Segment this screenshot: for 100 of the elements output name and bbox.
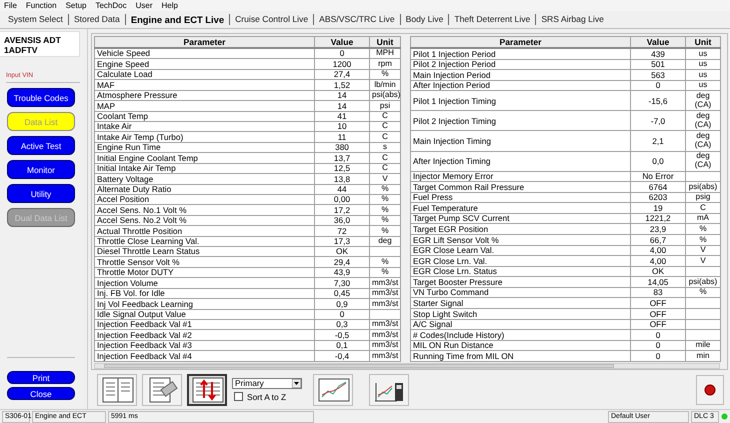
toolbar-button[interactable] (187, 374, 227, 406)
table-cell: Alternate Duty Ratio (94, 184, 314, 194)
table-cell: Running Time from MIL ON (410, 350, 630, 362)
table-cell: psig (686, 192, 720, 203)
table-cell: After Injection Timing (410, 151, 630, 172)
nav-button[interactable]: Trouble Codes (7, 88, 75, 107)
table-cell: 0,45 (314, 288, 370, 299)
toolbar-button[interactable] (313, 374, 353, 406)
table-cell: deg (CA) (686, 110, 720, 131)
table-cell: C (370, 111, 400, 122)
table-cell: Injection Feedback Val #3 (94, 340, 314, 351)
table-cell: Initial Engine Coolant Temp (94, 152, 314, 164)
table-cell: 0,1 (314, 340, 370, 351)
table-cell: 10 (314, 122, 370, 132)
table-cell: 14,05 (630, 276, 686, 288)
table-cell: psi(abs) (686, 276, 720, 288)
table-cell: 0 (314, 309, 370, 320)
table-cell: 17,3 (314, 236, 370, 247)
table-cell: V (686, 245, 720, 256)
table-cell: % (370, 69, 400, 80)
nav-button[interactable]: Active Test (7, 136, 75, 155)
toolbar-button[interactable] (142, 374, 182, 406)
table-cell: -0,4 (314, 350, 370, 362)
table-cell: Accel Sens. No.1 Volt % (94, 204, 314, 216)
table-cell: % (370, 256, 400, 268)
checkbox[interactable] (234, 392, 243, 401)
table-cell: OK (630, 266, 686, 277)
tab[interactable]: Theft Deterrent Live (449, 14, 536, 25)
table-cell: 83 (630, 287, 686, 298)
action-button[interactable]: Print (7, 371, 75, 384)
table-cell: 14 (314, 90, 370, 101)
tab[interactable]: Body Live (400, 14, 450, 25)
tab[interactable]: Engine and ECT Live (126, 14, 230, 25)
list-dropdown[interactable]: Primary (232, 378, 302, 388)
table-cell: Target Common Rail Pressure (410, 182, 630, 192)
column-header: Value (314, 36, 370, 48)
table-cell: -0,5 (314, 330, 370, 340)
menu-item[interactable]: Function (26, 0, 57, 11)
table-cell: 0,9 (314, 298, 370, 310)
table-cell: us (686, 48, 720, 60)
table-cell: 4,00 (630, 256, 686, 266)
table-cell: us (686, 80, 720, 91)
table-cell: % (370, 184, 400, 194)
table-cell: 36,0 (314, 215, 370, 226)
tab[interactable]: ABS/VSC/TRC Live (314, 14, 401, 25)
table-cell: Injection Feedback Val #4 (94, 350, 314, 362)
table-cell: MPH (370, 48, 400, 59)
action-button[interactable]: Close (7, 387, 75, 400)
menu-item[interactable]: User (136, 0, 152, 11)
table-cell: mm3/st (370, 350, 400, 362)
table-cell: After Injection Period (410, 80, 630, 91)
record-icon (704, 384, 716, 396)
table-cell: 41 (314, 111, 370, 122)
horizontal-scrollbar[interactable] (94, 363, 720, 369)
table-cell: lb/min (370, 80, 400, 90)
table-cell: Throttle Close Learning Val. (94, 236, 314, 247)
menu-item[interactable]: TechDoc (95, 0, 127, 11)
table-cell: min (686, 350, 720, 362)
table-cell: Accel Position (94, 194, 314, 205)
table-cell: Throttle Sensor Volt % (94, 256, 314, 268)
table-cell: Target EGR Position (410, 224, 630, 235)
table-cell: Injection Feedback Val #1 (94, 320, 314, 330)
table-cell: 1,52 (314, 80, 370, 90)
tab[interactable]: SRS Airbag Live (536, 14, 609, 25)
table-cell: Main Injection Timing (410, 130, 630, 151)
table-cell: mm3/st (370, 298, 400, 310)
table-cell: OFF (630, 319, 686, 330)
table-cell: 13,8 (314, 174, 370, 184)
table-cell: Injection Volume (94, 278, 314, 288)
table-cell: Battery Voltage (94, 174, 314, 184)
table-cell: deg (CA) (686, 151, 720, 172)
table-cell: Injector Memory Error (410, 171, 630, 182)
menu-item[interactable]: File (4, 0, 17, 11)
table-cell: 0 (630, 80, 686, 91)
table-cell: mm3/st (370, 330, 400, 340)
table-cell: rpm (370, 58, 400, 70)
table-cell: Target Booster Pressure (410, 276, 630, 288)
table-cell: 0 (630, 340, 686, 351)
table-cell: C (370, 132, 400, 142)
engine-code: 1ADFTV (4, 45, 38, 55)
table-cell: Intake Air Temp (Turbo) (94, 132, 314, 142)
table-cell: EGR Close Learn Val. (410, 245, 630, 256)
toolbar-button[interactable] (369, 374, 409, 406)
table-cell: A/C Signal (410, 319, 630, 330)
tab[interactable]: Cruise Control Live (230, 14, 314, 25)
menu-item[interactable]: Help (162, 0, 178, 11)
nav-button[interactable]: Utility (7, 184, 75, 203)
table-cell: Starter Signal (410, 298, 630, 309)
tab[interactable]: System Select (3, 14, 69, 25)
table-cell: % (686, 234, 720, 246)
toolbar-button[interactable] (97, 374, 137, 406)
record-button[interactable] (696, 374, 724, 404)
table-cell: Fuel Press (410, 192, 630, 203)
nav-button[interactable]: Monitor (7, 160, 75, 179)
table-cell: 27,4 (314, 69, 370, 80)
table-cell: Stop Light Switch (410, 308, 630, 320)
table-cell: 19 (630, 202, 686, 214)
table-cell: -7,0 (630, 110, 686, 131)
tab[interactable]: Stored Data (68, 14, 126, 25)
menu-item[interactable]: Setup (66, 0, 86, 11)
